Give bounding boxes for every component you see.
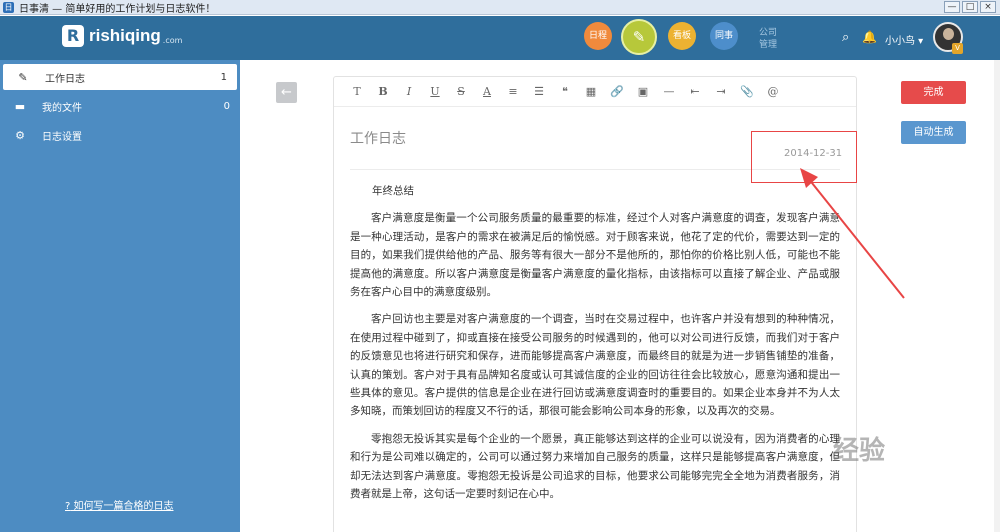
question-icon: ? <box>65 501 71 512</box>
nav-write-log-button[interactable]: ✎ <box>621 19 657 55</box>
close-button[interactable]: × <box>980 1 996 13</box>
bell-icon[interactable]: 🔔 <box>862 30 877 44</box>
nav-board-button[interactable]: 看板 <box>668 22 696 50</box>
sidebar-item-count: 0 <box>223 100 230 112</box>
vip-badge: V <box>952 43 963 54</box>
sidebar-item-log-settings[interactable]: ⚙ 日志设置 <box>0 122 240 148</box>
arrow-left-icon: ← <box>281 85 292 100</box>
window-controls: — □ × <box>944 1 996 13</box>
nav-company-manage[interactable]: 公司管理 <box>757 27 779 51</box>
pencil-icon: ✎ <box>18 70 28 84</box>
window-titlebar: 日 日事清 — 简单好用的工作计划与日志软件！ — □ × <box>0 0 1000 15</box>
logo-text: rishiqing <box>89 26 161 45</box>
strikethrough-icon[interactable]: S <box>454 85 468 98</box>
search-icon[interactable]: ⌕ <box>842 30 849 45</box>
log-paragraph: 零抱怨无投诉其实是每个企业的一个愿景，真正能够达到这样的企业可以说没有，因为消费… <box>350 432 840 501</box>
outdent-icon[interactable]: ⇤ <box>688 85 702 98</box>
logo[interactable]: R rishiqing .com <box>62 25 182 47</box>
sidebar-item-work-log[interactable]: ✎ 工作日志 1 <box>3 64 237 90</box>
bold-icon[interactable]: B <box>376 85 390 98</box>
italic-icon[interactable]: I <box>402 85 416 98</box>
watermark: 经验 <box>833 436 886 466</box>
back-button[interactable]: ← <box>276 82 297 103</box>
mention-icon[interactable]: @ <box>766 85 780 98</box>
log-body[interactable]: 年终总结 客户满意度是衡量一个公司服务质量的最重要的标准，经过个人对客户满意度的… <box>350 182 840 513</box>
log-title[interactable]: 工作日志 <box>350 128 406 148</box>
font-color-icon[interactable]: A <box>480 85 494 98</box>
window-title: 日事清 — 简单好用的工作计划与日志软件！ <box>19 3 216 15</box>
annotation-highlight-box <box>751 131 857 183</box>
logo-suffix: .com <box>162 35 183 45</box>
table-icon[interactable]: ▦ <box>584 85 598 98</box>
help-link-label: 如何写一篇合格的日志 <box>73 501 174 512</box>
unordered-list-icon[interactable]: ☰ <box>532 85 546 98</box>
attachment-icon[interactable]: 📎 <box>740 85 754 98</box>
minimize-button[interactable]: — <box>944 1 960 13</box>
sidebar: ✎ 工作日志 1 ▬ 我的文件 0 ⚙ 日志设置 ? 如何写一篇合格的日志 <box>0 60 240 532</box>
indent-icon[interactable]: ⇥ <box>714 85 728 98</box>
top-nav: R rishiqing .com 日程 ✎ 看板 同事 公司管理 ⌕ 🔔 小小鸟… <box>0 16 1000 60</box>
nav-schedule-button[interactable]: 日程 <box>584 22 612 50</box>
auto-generate-button[interactable]: 自动生成 <box>901 121 966 144</box>
sidebar-item-my-files[interactable]: ▬ 我的文件 0 <box>0 93 240 119</box>
help-link[interactable]: ? 如何写一篇合格的日志 <box>65 497 174 512</box>
gear-icon: ⚙ <box>15 128 25 142</box>
folder-icon: ▬ <box>14 99 26 113</box>
log-paragraph: 客户回访也主要是对客户满意度的一个调查，当时在交易过程中，也许客户并没有想到的种… <box>350 313 840 418</box>
horizontal-rule-icon[interactable]: — <box>662 85 676 98</box>
sidebar-item-count: 1 <box>220 71 227 83</box>
nav-colleague-button[interactable]: 同事 <box>710 22 738 50</box>
ordered-list-icon[interactable]: ≡ <box>506 85 520 98</box>
quote-icon[interactable]: ❝ <box>558 85 572 98</box>
app-icon: 日 <box>3 1 14 13</box>
done-button[interactable]: 完成 <box>901 81 966 104</box>
log-paragraph: 客户满意度是衡量一个公司服务质量的最重要的标准，经过个人对客户满意度的调查，发现… <box>350 212 840 299</box>
maximize-button[interactable]: □ <box>962 1 978 13</box>
link-icon[interactable]: 🔗 <box>610 85 624 98</box>
user-menu[interactable]: 小小鸟 ▾ <box>885 32 923 47</box>
sidebar-item-label: 我的文件 <box>42 102 82 114</box>
font-size-icon[interactable]: T <box>350 85 364 98</box>
scrollbar[interactable] <box>994 60 1000 532</box>
image-icon[interactable]: ▣ <box>636 85 650 98</box>
underline-icon[interactable]: U <box>428 85 442 98</box>
sidebar-item-label: 日志设置 <box>42 131 82 143</box>
editor-toolbar: T B I U S A ≡ ☰ ❝ ▦ 🔗 ▣ — ⇤ ⇥ 📎 @ <box>334 77 856 107</box>
log-heading: 年终总结 <box>372 185 414 197</box>
sidebar-item-label: 工作日志 <box>45 73 85 85</box>
logo-mark-icon: R <box>62 25 84 47</box>
